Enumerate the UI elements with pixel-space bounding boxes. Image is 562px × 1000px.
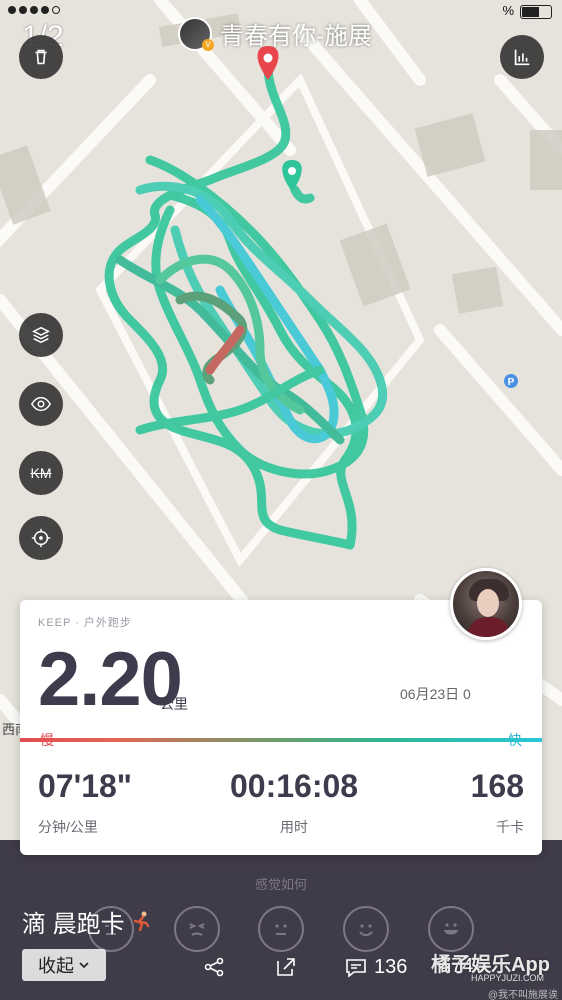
visibility-button[interactable]: [19, 382, 63, 426]
feeling-option-2[interactable]: [174, 906, 220, 952]
battery-icon: [520, 5, 552, 19]
feeling-option-3[interactable]: [258, 906, 304, 952]
forward-button[interactable]: [274, 955, 298, 979]
locate-button[interactable]: [19, 516, 63, 560]
pace-stat: 07'18" 分钟/公里: [38, 768, 132, 837]
calories-stat: 168 千卡: [471, 768, 524, 837]
km-toggle-button[interactable]: KM: [19, 451, 63, 495]
duration-value: 00:16:08: [230, 768, 359, 804]
face-neutral-icon: [275, 924, 287, 935]
distance-unit: 公里: [160, 696, 188, 712]
face-squint-icon: [189, 923, 205, 936]
weibo-handle: @我不叫施展诶: [487, 990, 558, 1000]
pace-label: 分钟/公里: [38, 819, 98, 835]
share-icon: [204, 957, 224, 977]
duration-stat: 00:16:08 用时: [230, 768, 358, 837]
layers-icon: [32, 326, 50, 344]
calories-label: 千卡: [496, 819, 524, 835]
battery-percent: %: [502, 3, 514, 18]
share-button[interactable]: [202, 955, 226, 979]
feeling-option-5[interactable]: [428, 906, 474, 952]
trash-icon: [35, 49, 47, 65]
layers-button[interactable]: [19, 313, 63, 357]
runner-avatar[interactable]: [450, 568, 522, 640]
feeling-option-4[interactable]: [343, 906, 389, 952]
stats-button[interactable]: [500, 35, 544, 79]
watermark-url: HAPPYJUZI.COM: [470, 973, 544, 983]
face-smile-icon: [359, 924, 373, 936]
speed-gradient-bar: [20, 738, 542, 742]
feeling-prompt: 感觉如何: [254, 877, 307, 892]
calories-value: 168: [470, 768, 524, 804]
target-icon: [31, 528, 51, 548]
signal-icon: [8, 6, 60, 14]
card-source: KEEP · 户外跑步: [38, 617, 132, 629]
comment-icon: [346, 959, 366, 978]
author-name: 青春有你-施展: [220, 23, 372, 50]
author-avatar[interactable]: V: [178, 16, 214, 51]
collapse-button[interactable]: 收起: [22, 949, 106, 981]
post-author[interactable]: V 青春有你-施展: [178, 16, 372, 51]
delete-button[interactable]: [19, 35, 63, 79]
duration-label: 用时: [280, 819, 309, 835]
face-grin-icon: [444, 923, 458, 935]
forward-icon: [277, 958, 295, 976]
km-icon: KM: [30, 465, 52, 481]
verified-badge-icon: V: [202, 38, 214, 51]
collapse-label: 收起: [38, 956, 74, 976]
comment-button[interactable]: 136: [344, 955, 407, 979]
start-marker: [282, 160, 302, 192]
chevron-down-icon: [79, 962, 89, 969]
runner-emoji-icon: [133, 911, 149, 931]
caption-text: 滴 晨跑卡: [22, 911, 125, 938]
post-caption: 滴 晨跑卡: [22, 904, 153, 939]
pace-value: 07'18": [38, 768, 132, 804]
comment-count: 136: [374, 955, 408, 978]
end-marker: [257, 46, 279, 80]
run-date: 06月23日 0: [400, 686, 471, 702]
run-summary-card: KEEP · 户外跑步 2.20 公里 06月23日 0 慢 快 07'18" …: [20, 600, 542, 855]
eye-icon: [30, 396, 52, 412]
bar-chart-icon: [514, 49, 530, 66]
